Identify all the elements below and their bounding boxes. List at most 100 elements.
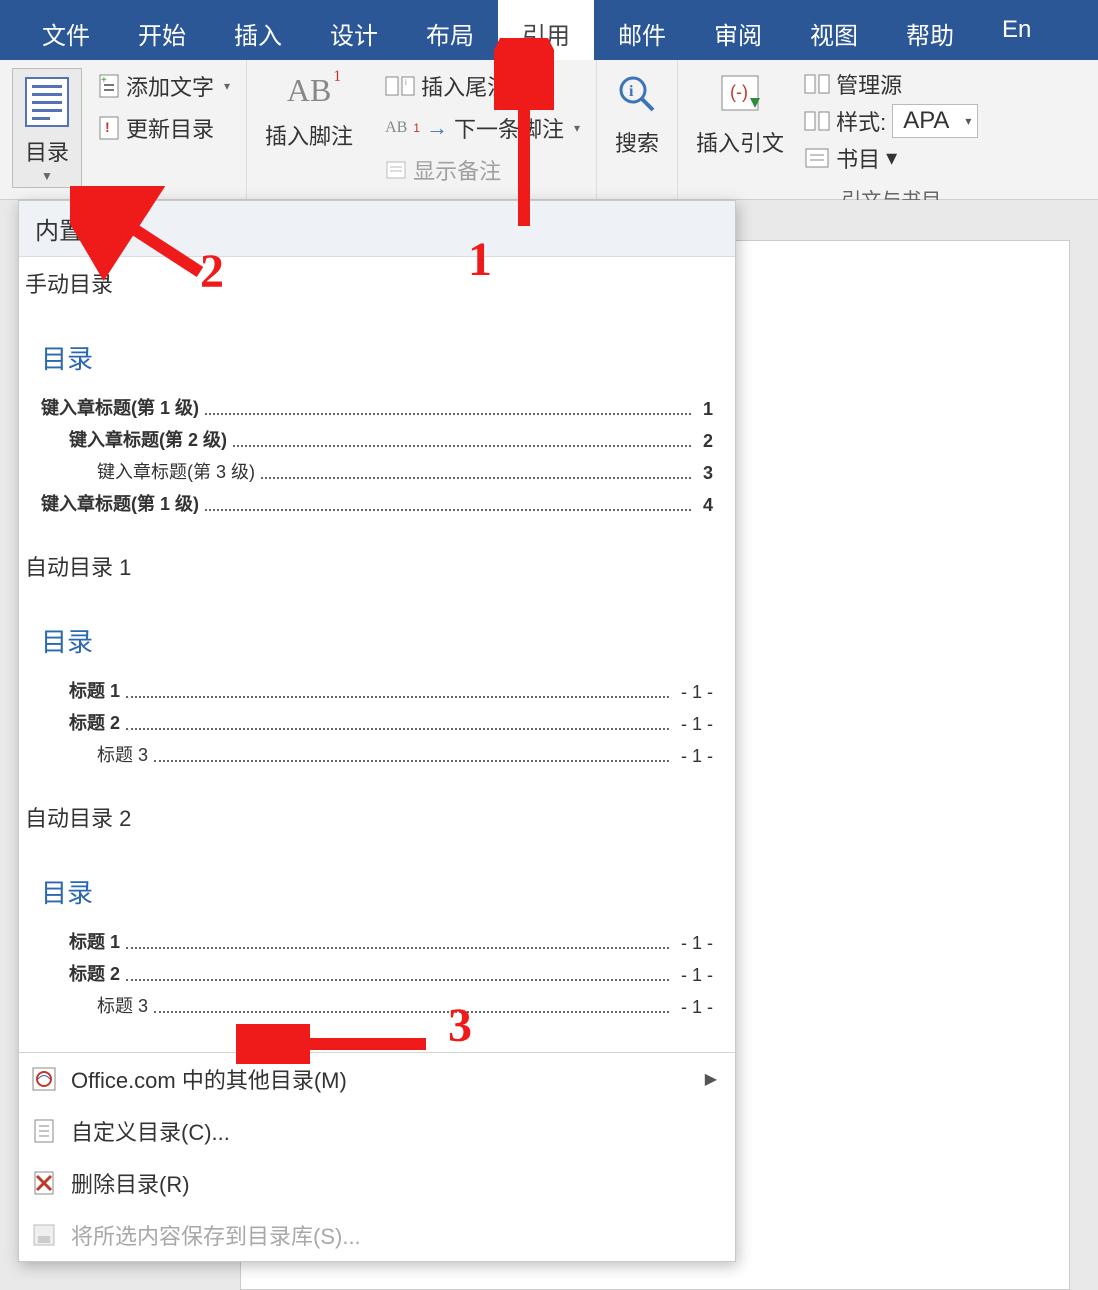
toc-preview-title: 目录 bbox=[41, 873, 713, 910]
svg-text:(-): (-) bbox=[730, 82, 748, 102]
footnote-super: 1 bbox=[333, 68, 341, 86]
insert-footnote-label: 插入脚注 bbox=[265, 119, 353, 151]
save-selection-label: 将所选内容保存到目录库(S)... bbox=[71, 1219, 361, 1251]
caret-icon: ▾ bbox=[224, 79, 230, 93]
style-select-row[interactable]: 样式: APA ▾ bbox=[804, 104, 978, 138]
tab-review[interactable]: 审阅 bbox=[690, 0, 786, 60]
custom-toc-item[interactable]: 自定义目录(C)... bbox=[19, 1105, 735, 1157]
remove-toc-icon bbox=[31, 1170, 57, 1196]
office-icon bbox=[31, 1066, 57, 1092]
more-office-label: Office.com 中的其他目录(M) bbox=[71, 1063, 347, 1095]
search-button[interactable]: i 搜索 bbox=[609, 68, 665, 162]
auto-toc2-category: 自动目录 2 bbox=[19, 791, 735, 841]
manage-sources-label: 管理源 bbox=[836, 68, 902, 100]
show-notes-button: 显示备注 bbox=[381, 152, 584, 188]
toc-line-page: - 1 - bbox=[681, 714, 713, 735]
caret-icon: ▼ bbox=[41, 169, 53, 183]
toc-icon bbox=[23, 75, 71, 129]
group-search: i 搜索 bbox=[597, 60, 678, 199]
toc-line-label: 键入章标题(第 2 级) bbox=[69, 426, 227, 452]
insert-endnote-label: 插入尾注 bbox=[421, 70, 509, 102]
tab-home[interactable]: 开始 bbox=[114, 0, 210, 60]
caret-icon: ▾ bbox=[574, 121, 580, 135]
toc-line-page: - 1 - bbox=[681, 682, 713, 703]
toc-line-label: 键入章标题(第 1 级) bbox=[41, 490, 199, 516]
show-notes-label: 显示备注 bbox=[413, 154, 501, 186]
show-notes-icon bbox=[385, 160, 407, 180]
add-text-icon: + bbox=[98, 73, 120, 99]
update-toc-label: 更新目录 bbox=[126, 112, 214, 144]
tab-insert[interactable]: 插入 bbox=[210, 0, 306, 60]
tab-view[interactable]: 视图 bbox=[786, 0, 882, 60]
svg-text:i: i bbox=[405, 78, 407, 87]
search-label: 搜索 bbox=[615, 126, 659, 158]
ribbon-tabs: 文件 开始 插入 设计 布局 引用 邮件 审阅 视图 帮助 En bbox=[0, 0, 1098, 60]
auto-toc1-preview[interactable]: 目录 标题 1- 1 - 标题 2- 1 - 标题 3- 1 - bbox=[19, 590, 735, 791]
auto-toc1-category: 自动目录 1 bbox=[19, 540, 735, 590]
style-icon bbox=[804, 110, 830, 132]
toc-line-label: 标题 3 bbox=[97, 992, 148, 1018]
manage-sources-icon bbox=[804, 73, 830, 95]
tab-extra[interactable]: En bbox=[978, 0, 1055, 60]
add-text-label: 添加文字 bbox=[126, 70, 214, 102]
toc-dropdown: 内置 手动目录 目录 键入章标题(第 1 级)1 键入章标题(第 2 级)2 键… bbox=[18, 200, 736, 1262]
insert-citation-icon: (-) bbox=[716, 72, 764, 116]
bibliography-button[interactable]: 书目▾ bbox=[804, 142, 978, 174]
auto-toc2-preview[interactable]: 目录 标题 1- 1 - 标题 2- 1 - 标题 3- 1 - bbox=[19, 841, 735, 1042]
style-value: APA bbox=[903, 107, 949, 135]
caret-icon: ▾ bbox=[965, 114, 971, 128]
toc-line-label: 键入章标题(第 1 级) bbox=[41, 394, 199, 420]
more-office-toc-item[interactable]: Office.com 中的其他目录(M) ▶ bbox=[19, 1053, 735, 1105]
remove-toc-item[interactable]: 删除目录(R) bbox=[19, 1157, 735, 1209]
update-toc-button[interactable]: ! 更新目录 bbox=[94, 110, 234, 146]
toc-line-label: 标题 3 bbox=[97, 741, 148, 767]
manual-toc-preview[interactable]: 目录 键入章标题(第 1 级)1 键入章标题(第 2 级)2 键入章标题(第 3… bbox=[19, 307, 735, 540]
svg-text:i: i bbox=[629, 83, 634, 100]
bibliography-label: 书目 bbox=[836, 142, 880, 174]
dropdown-builtin-header: 内置 bbox=[19, 201, 735, 257]
tab-layout[interactable]: 布局 bbox=[402, 0, 498, 60]
insert-citation-label: 插入引文 bbox=[696, 126, 784, 158]
tab-help[interactable]: 帮助 bbox=[882, 0, 978, 60]
group-citations: (-) 插入引文 管理源 样式: APA▾ 书目▾ 引文与书目 bbox=[678, 60, 990, 199]
tab-references[interactable]: 引用 bbox=[498, 0, 594, 60]
toc-line-label: 键入章标题(第 3 级) bbox=[97, 458, 255, 484]
add-text-button[interactable]: + 添加文字 ▾ bbox=[94, 68, 234, 104]
next-footnote-label: 下一条脚注 bbox=[454, 112, 564, 144]
toc-label: 目录 bbox=[25, 135, 69, 167]
update-toc-icon: ! bbox=[98, 115, 120, 141]
search-icon: i bbox=[615, 72, 659, 116]
endnote-icon: i bbox=[385, 75, 415, 97]
manage-sources-button[interactable]: 管理源 bbox=[804, 68, 978, 100]
style-label: 样式: bbox=[836, 105, 886, 137]
toc-line-page: - 1 - bbox=[681, 746, 713, 767]
style-select[interactable]: APA ▾ bbox=[892, 104, 978, 138]
insert-citation-button[interactable]: (-) 插入引文 bbox=[690, 68, 790, 162]
toc-line-page: - 1 - bbox=[681, 997, 713, 1018]
insert-endnote-button[interactable]: i 插入尾注 bbox=[381, 68, 584, 104]
toc-line-page: 3 bbox=[703, 463, 713, 484]
toc-line-label: 标题 1 bbox=[69, 928, 120, 954]
tab-file[interactable]: 文件 bbox=[18, 0, 114, 60]
save-selection-icon bbox=[31, 1222, 57, 1248]
save-selection-item: 将所选内容保存到目录库(S)... bbox=[19, 1209, 735, 1261]
remove-toc-label: 删除目录(R) bbox=[71, 1167, 190, 1199]
custom-toc-icon bbox=[31, 1118, 57, 1144]
toc-line-page: - 1 - bbox=[681, 965, 713, 986]
manual-toc-category: 手动目录 bbox=[19, 257, 735, 307]
chevron-right-icon: ▶ bbox=[705, 1069, 717, 1089]
tab-design[interactable]: 设计 bbox=[306, 0, 402, 60]
toc-line-page: 4 bbox=[703, 495, 713, 516]
toc-button[interactable]: 目录 ▼ bbox=[12, 68, 82, 188]
toc-line-label: 标题 2 bbox=[69, 709, 120, 735]
tab-mailings[interactable]: 邮件 bbox=[594, 0, 690, 60]
caret-icon: ▾ bbox=[886, 145, 897, 171]
next-footnote-button[interactable]: AB1→ 下一条脚注▾ bbox=[381, 110, 584, 146]
custom-toc-label: 自定义目录(C)... bbox=[71, 1115, 230, 1147]
toc-line-page: - 1 - bbox=[681, 933, 713, 954]
insert-footnote-button[interactable]: AB1 插入脚注 bbox=[259, 68, 359, 155]
svg-text:!: ! bbox=[105, 119, 110, 135]
group-footnotes: AB1 插入脚注 i 插入尾注 AB1→ 下一条脚注▾ 显示备注 bbox=[247, 60, 597, 199]
toc-line-label: 标题 1 bbox=[69, 677, 120, 703]
ribbon: 目录 ▼ + 添加文字▾ ! 更新目录 AB1 插入脚注 i 插入尾注 A bbox=[0, 60, 1098, 200]
